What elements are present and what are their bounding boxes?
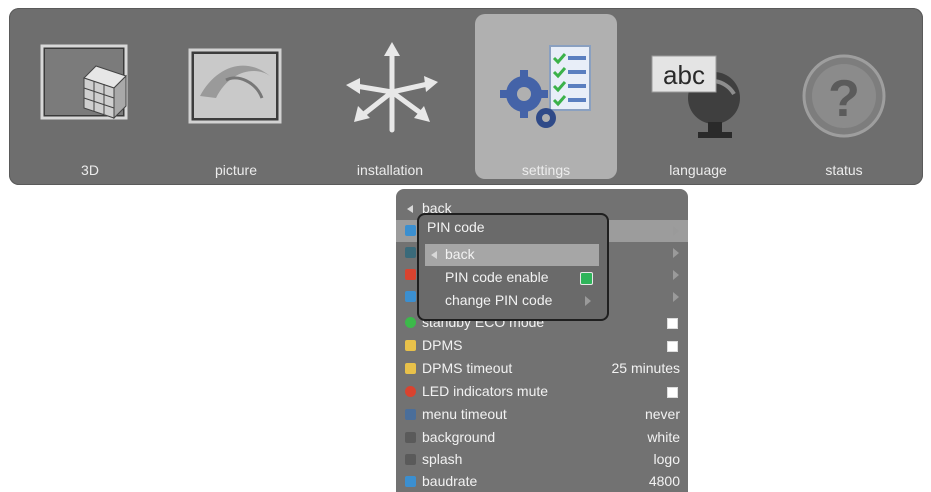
hidden-item-icon (405, 247, 416, 258)
tab-installation[interactable]: installation (319, 14, 461, 179)
gears-checklist-icon (500, 45, 591, 128)
splash-icon (405, 454, 416, 465)
back-arrow-icon (431, 251, 437, 259)
main-menu-bar: 3D picture installation settings abc lan… (9, 8, 923, 185)
menu-item-dpms-timeout[interactable]: DPMS timeout 25 minutes (396, 358, 688, 380)
led-mute-checkbox[interactable] (667, 387, 678, 398)
chevron-right-icon (673, 292, 679, 302)
chevron-right-icon (673, 248, 679, 258)
change-pin-code[interactable]: change PIN code (425, 290, 599, 312)
menu-item-background[interactable]: background white (396, 427, 688, 449)
tab-status[interactable]: ? status (773, 14, 915, 179)
lock-icon (405, 225, 416, 236)
tab-label: installation (356, 162, 424, 178)
pin-code-submenu: PIN code back PIN code enable change PIN… (417, 213, 609, 321)
hidden-item-icon (405, 291, 416, 302)
tab-settings[interactable]: settings (475, 14, 617, 179)
tab-3d[interactable]: 3D (19, 14, 161, 179)
tab-label: 3D (81, 162, 99, 178)
tab-label: status (825, 162, 863, 178)
svg-text:?: ? (828, 70, 860, 128)
clock-icon (405, 409, 416, 420)
dpms-checkbox[interactable] (667, 341, 678, 352)
tab-label: picture (214, 162, 258, 178)
power-icon (405, 317, 416, 328)
tab-label: settings (521, 162, 571, 178)
chevron-right-icon (673, 270, 679, 280)
question-mark-icon: ? (802, 54, 886, 138)
picture-frame-icon (188, 48, 282, 124)
menu-item-baudrate[interactable]: baudrate 4800 (396, 471, 688, 492)
chevron-right-icon (585, 296, 591, 306)
chevron-right-icon (673, 226, 679, 236)
tab-picture[interactable]: picture (165, 14, 307, 179)
move-arrows-icon (346, 42, 438, 133)
menu-item-splash[interactable]: splash logo (396, 449, 688, 471)
tab-label: language (669, 162, 727, 178)
standby-eco-checkbox[interactable] (667, 318, 678, 329)
submenu-back[interactable]: back (425, 244, 599, 266)
back-arrow-icon (407, 205, 413, 213)
svg-text:abc: abc (663, 60, 705, 90)
abc-globe-icon: abc (651, 55, 740, 138)
pin-enable-checkbox[interactable] (580, 272, 593, 285)
background-icon (405, 432, 416, 443)
menu-item-menu-timeout[interactable]: menu timeout never (396, 404, 688, 426)
hidden-item-icon (405, 269, 416, 280)
pin-code-enable[interactable]: PIN code enable (425, 267, 599, 289)
tab-language[interactable]: abc language (627, 14, 769, 179)
menu-item-led-mute[interactable]: LED indicators mute (396, 381, 688, 403)
submenu-title: PIN code (427, 219, 485, 235)
menu-item-dpms[interactable]: DPMS (396, 335, 688, 357)
led-icon (405, 386, 416, 397)
rubiks-cube-icon (40, 44, 128, 120)
monitor-icon (405, 340, 416, 351)
baudrate-icon (405, 476, 416, 487)
timer-icon (405, 363, 416, 374)
